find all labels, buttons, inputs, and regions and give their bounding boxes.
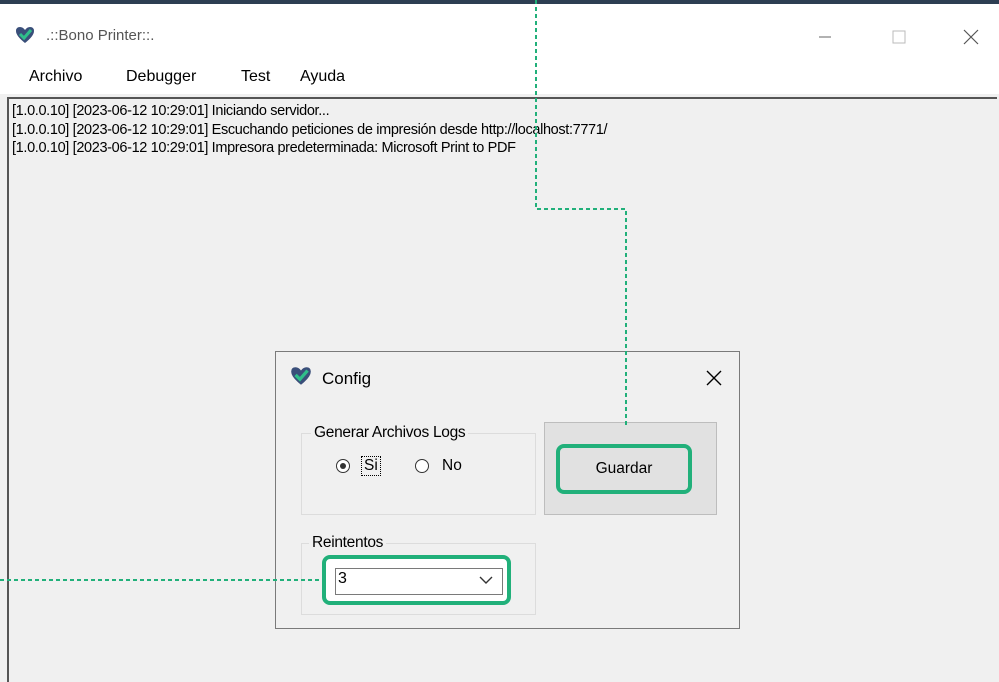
menu-archivo[interactable]: Archivo [29, 68, 82, 86]
log-line: [1.0.0.10] [2023-06-12 10:29:01] Inician… [12, 103, 330, 119]
maximize-button[interactable] [876, 14, 922, 60]
title-bar: .::Bono Printer::. [0, 4, 999, 62]
menu-bar: Archivo Debugger Test Ayuda [0, 62, 999, 94]
logs-groupbox [301, 433, 536, 515]
app-logo-icon [16, 27, 34, 43]
menu-ayuda[interactable]: Ayuda [300, 68, 345, 86]
dialog-close-button[interactable] [700, 364, 728, 392]
minimize-icon [819, 36, 831, 38]
radio-no-label[interactable]: No [442, 457, 462, 475]
retries-group-label: Reintentos [309, 534, 387, 552]
save-button[interactable]: Guardar [556, 444, 692, 494]
chevron-down-icon[interactable] [478, 574, 494, 586]
logs-group-label: Generar Archivos Logs [311, 424, 469, 442]
minimize-button[interactable] [802, 14, 848, 60]
close-window-button[interactable] [948, 14, 994, 60]
radio-si-label[interactable]: Si [361, 456, 381, 476]
log-line: [1.0.0.10] [2023-06-12 10:29:01] Impreso… [12, 140, 516, 156]
menu-test[interactable]: Test [241, 68, 270, 86]
close-icon [706, 370, 722, 386]
window-title: .::Bono Printer::. [46, 27, 155, 44]
dialog-logo-icon [291, 367, 311, 385]
menu-debugger[interactable]: Debugger [126, 68, 196, 86]
retries-value: 3 [338, 570, 347, 587]
radio-no[interactable] [415, 459, 429, 473]
radio-si[interactable] [336, 459, 350, 473]
close-icon [963, 29, 979, 45]
log-line: [1.0.0.10] [2023-06-12 10:29:01] Escucha… [12, 122, 608, 138]
dialog-title: Config [322, 369, 372, 388]
maximize-icon [892, 30, 906, 44]
